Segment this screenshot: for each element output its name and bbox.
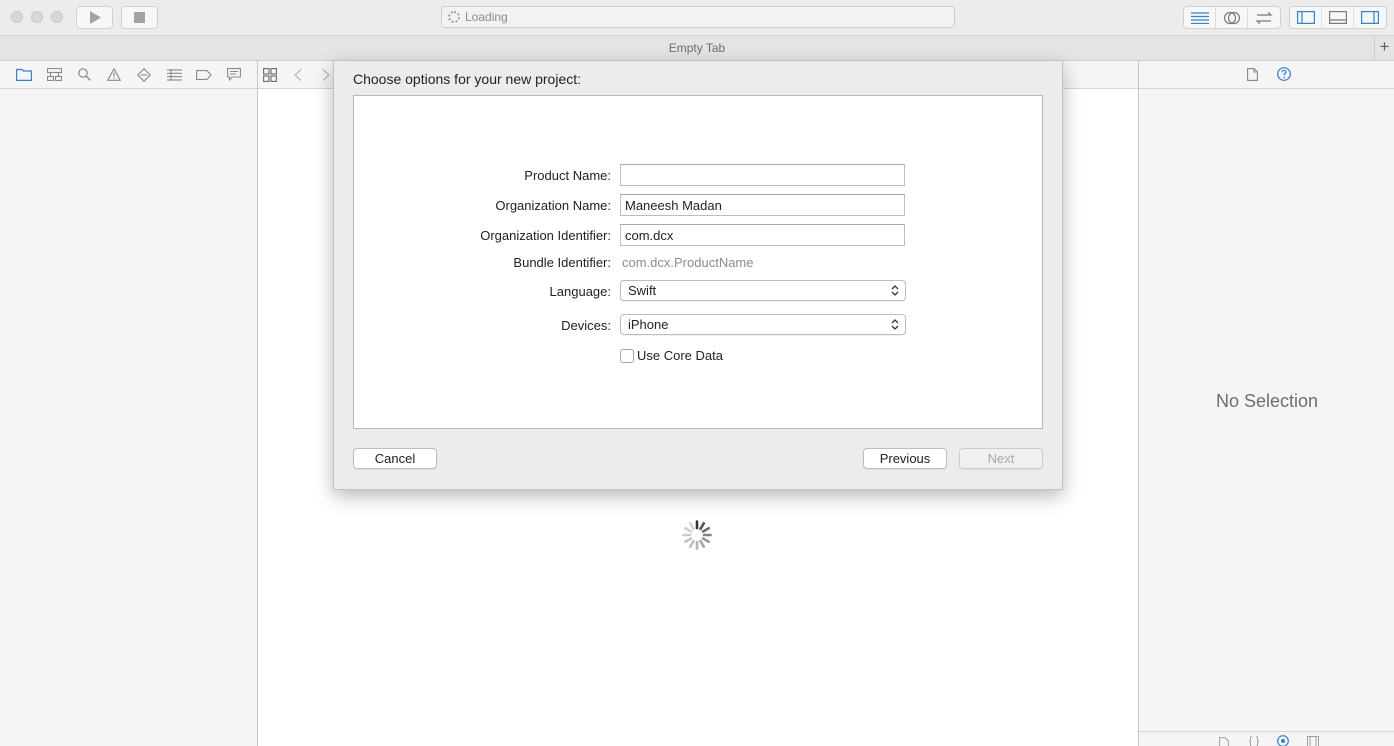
use-core-data-label[interactable]: Use Core Data xyxy=(637,348,723,363)
bundle-identifier-value: com.dcx.ProductName xyxy=(622,255,754,270)
circle-object-icon xyxy=(1277,735,1289,746)
report-navigator-tab[interactable] xyxy=(219,61,249,89)
minimize-window-button[interactable] xyxy=(31,11,43,23)
hierarchy-icon xyxy=(46,68,62,81)
assistant-editor-button[interactable] xyxy=(1216,7,1248,28)
version-editor-icon xyxy=(1255,11,1273,24)
add-tab-button[interactable]: + xyxy=(1374,36,1394,60)
library-selector-bar xyxy=(1139,731,1394,746)
project-options-panel: Product Name: Organization Name: Organiz… xyxy=(353,95,1043,429)
organization-identifier-label: Organization Identifier: xyxy=(480,228,611,243)
devices-popup[interactable]: iPhone xyxy=(620,314,906,335)
test-navigator-tab[interactable] xyxy=(129,61,159,89)
right-panel-icon xyxy=(1361,11,1379,24)
view-toggle-control xyxy=(1289,6,1387,29)
left-panel-icon xyxy=(1296,11,1315,24)
sheet-title: Choose options for your new project: xyxy=(353,71,582,87)
standard-editor-button[interactable] xyxy=(1184,7,1216,28)
use-core-data-checkbox[interactable] xyxy=(620,349,634,363)
chevron-up-down-icon xyxy=(891,319,899,330)
find-navigator-tab[interactable] xyxy=(69,61,99,89)
stop-icon xyxy=(134,12,145,23)
speech-bubble-icon xyxy=(227,68,241,81)
loading-spinner-icon xyxy=(682,520,712,550)
document-icon xyxy=(1247,68,1258,81)
chevron-right-icon xyxy=(322,69,330,81)
run-button[interactable] xyxy=(76,6,113,29)
list-gauge-icon xyxy=(166,68,182,81)
previous-button[interactable]: Previous xyxy=(863,448,947,469)
organization-identifier-field[interactable] xyxy=(620,224,905,246)
toggle-utilities-button[interactable] xyxy=(1354,7,1386,28)
code-snippet-library-tab[interactable] xyxy=(1248,735,1260,746)
language-label: Language: xyxy=(549,284,611,299)
language-popup[interactable]: Swift xyxy=(620,280,906,301)
breakpoint-navigator-tab[interactable] xyxy=(189,61,219,89)
grid-icon xyxy=(263,68,277,82)
tab-bar: Empty Tab + xyxy=(0,36,1394,61)
breakpoint-icon xyxy=(196,69,212,80)
quick-help-tab[interactable] xyxy=(1277,67,1291,84)
activity-status: Loading xyxy=(465,10,508,24)
product-name-label: Product Name: xyxy=(524,168,611,183)
film-icon xyxy=(1307,736,1319,746)
chevron-up-down-icon xyxy=(891,285,899,296)
next-button[interactable]: Next xyxy=(959,448,1043,469)
related-items-button[interactable] xyxy=(263,66,277,84)
devices-selected-value: iPhone xyxy=(628,317,669,332)
new-project-sheet: Choose options for your new project: Pro… xyxy=(333,61,1063,490)
bottom-panel-icon xyxy=(1328,11,1347,24)
file-inspector-tab[interactable] xyxy=(1247,68,1258,84)
warning-icon xyxy=(107,68,121,81)
media-library-tab[interactable] xyxy=(1307,735,1319,746)
language-selected-value: Swift xyxy=(628,283,657,298)
symbol-navigator-tab[interactable] xyxy=(39,61,69,89)
assistant-editor-icon xyxy=(1223,11,1240,24)
toggle-debug-area-button[interactable] xyxy=(1322,7,1354,28)
navigate-back-button[interactable] xyxy=(294,66,302,84)
braces-icon xyxy=(1248,736,1260,746)
search-icon xyxy=(77,68,91,81)
project-navigator-tab[interactable] xyxy=(9,61,39,89)
activity-viewer: Loading xyxy=(441,6,955,28)
version-editor-button[interactable] xyxy=(1248,7,1280,28)
product-name-field[interactable] xyxy=(620,164,905,186)
stop-button[interactable] xyxy=(121,6,158,29)
play-icon xyxy=(89,11,101,24)
chevron-left-icon xyxy=(294,69,302,81)
zoom-window-button[interactable] xyxy=(51,11,63,23)
no-selection-message: No Selection xyxy=(1215,391,1319,411)
diamond-icon xyxy=(137,67,151,82)
standard-editor-icon xyxy=(1190,11,1209,24)
cancel-button[interactable]: Cancel xyxy=(353,448,437,469)
help-icon xyxy=(1277,67,1291,81)
debug-navigator-tab[interactable] xyxy=(159,61,189,89)
navigate-forward-button[interactable] xyxy=(322,66,330,84)
navigator-area xyxy=(0,61,258,746)
activity-spinner-icon xyxy=(448,11,460,23)
tab-empty[interactable]: Empty Tab xyxy=(0,36,1394,60)
folder-icon xyxy=(16,68,32,81)
document-icon xyxy=(1219,737,1229,746)
organization-name-label: Organization Name: xyxy=(495,198,611,213)
close-window-button[interactable] xyxy=(11,11,23,23)
window-toolbar: Loading xyxy=(0,0,1394,36)
bundle-identifier-label: Bundle Identifier: xyxy=(513,255,611,270)
navigator-selector-bar xyxy=(0,61,257,89)
organization-name-field[interactable] xyxy=(620,194,905,216)
devices-label: Devices: xyxy=(561,318,611,333)
issue-navigator-tab[interactable] xyxy=(99,61,129,89)
utilities-area: No Selection xyxy=(1138,61,1394,746)
inspector-selector-bar xyxy=(1139,61,1394,89)
editor-mode-control xyxy=(1183,6,1281,29)
toggle-navigator-button[interactable] xyxy=(1290,7,1322,28)
object-library-tab[interactable] xyxy=(1277,735,1289,746)
file-template-library-tab[interactable] xyxy=(1219,736,1229,746)
